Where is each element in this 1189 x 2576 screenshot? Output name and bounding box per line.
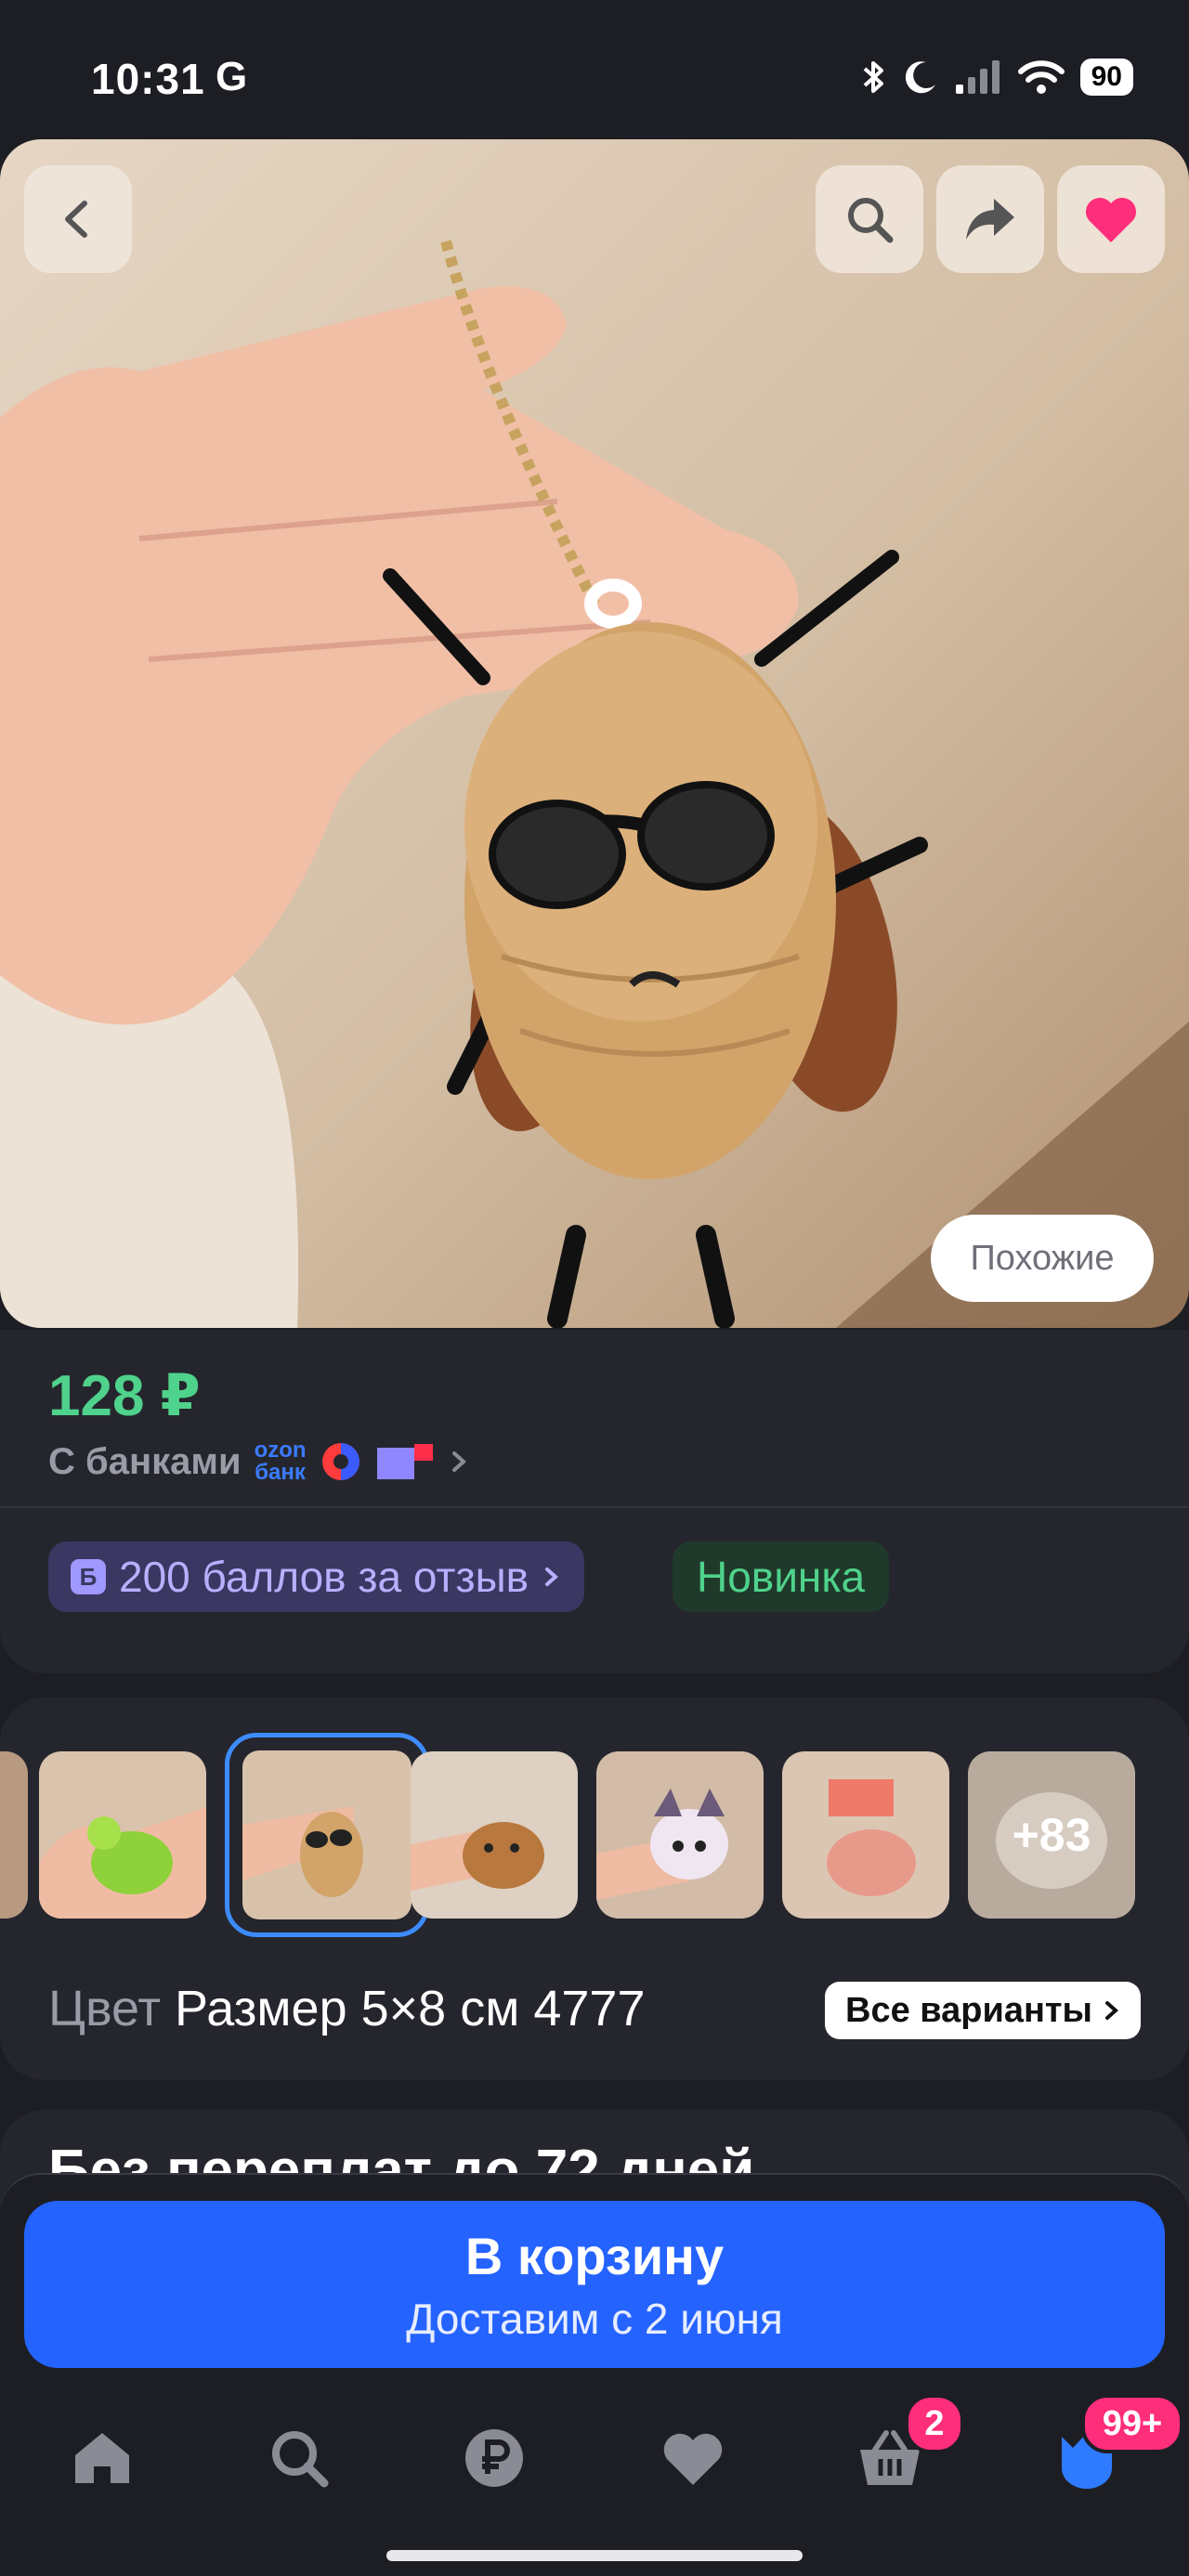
favorite-button[interactable] (1057, 165, 1165, 273)
delivery-date-label: Доставим с 2 июня (406, 2294, 783, 2343)
profile-count-badge: 99+ (1081, 2394, 1183, 2453)
bug-keychain-image (242, 1750, 412, 1919)
variant-thumb-turtle[interactable] (39, 1751, 206, 1919)
chevron-left-icon (65, 201, 87, 238)
search-icon (272, 2431, 329, 2488)
nav-favorites[interactable] (637, 2407, 749, 2509)
all-variants-label: Все варианты (845, 1990, 1092, 2030)
color-value: Размер 5×8 см 4777 (175, 1981, 646, 2036)
signal-icon (955, 60, 1000, 94)
review-points-badge[interactable]: Б 200 баллов за отзыв (48, 1542, 585, 1612)
capybara-keychain-image (411, 1751, 578, 1919)
nav-finance[interactable] (438, 2407, 550, 2509)
bank-logo-icon (321, 1443, 359, 1480)
all-variants-button[interactable]: Все варианты (825, 1982, 1141, 2039)
heart-icon (663, 2433, 723, 2485)
bluetooth-icon (863, 61, 883, 93)
more-variants-count: +83 (1012, 1809, 1091, 1861)
product-photo (0, 240, 1189, 1328)
kuromi-keychain-image (596, 1751, 764, 1919)
wifi-icon (1017, 60, 1065, 94)
bank-offers-link[interactable]: С банками ozon банк (48, 1439, 470, 1484)
variant-thumb-pink[interactable] (782, 1751, 949, 1919)
similar-button[interactable]: Похожие (931, 1215, 1154, 1302)
back-button[interactable] (24, 165, 132, 273)
variant-thumb-capybara[interactable] (411, 1751, 578, 1919)
variants-card: +83 Цвет Размер 5×8 см 4777 Все варианты (0, 1698, 1189, 2080)
cart-count-badge: 2 (905, 2394, 964, 2453)
product-price: 128 ₽ (48, 1364, 201, 1428)
variant-thumbnails[interactable]: +83 (0, 1733, 1189, 1956)
home-indicator (386, 2550, 803, 2561)
selected-variant-info: Цвет Размер 5×8 см 4777 (48, 1980, 645, 2037)
chevron-right-icon (1105, 2001, 1119, 2020)
points-badge-label: 200 баллов за отзыв (119, 1553, 529, 1601)
home-icon (75, 2433, 129, 2483)
network-g-icon: G (216, 54, 248, 99)
status-time: 10:31 (91, 55, 205, 103)
bottom-navigation: 2 99+ (0, 2394, 1189, 2509)
new-badge: Новинка (673, 1542, 890, 1612)
price-card: 128 ₽ С банками ozon банк Б 200 баллов за… (0, 1330, 1189, 1673)
share-arrow-icon (966, 199, 1014, 240)
chevron-right-icon (451, 1451, 466, 1472)
divider (0, 1506, 1189, 1508)
battery-level: 90 (1079, 59, 1133, 96)
ruble-icon (465, 2429, 523, 2487)
heart-icon (1086, 198, 1136, 242)
nav-search[interactable] (243, 2407, 355, 2509)
bank-logo-icon-2 (376, 1444, 433, 1479)
color-label: Цвет (48, 1981, 161, 2036)
bottom-action-bar: В корзину Доставим с 2 июня 2 99+ (0, 2173, 1189, 2576)
chevron-right-icon (545, 1568, 559, 1586)
product-image-gallery[interactable]: Похожие (0, 139, 1189, 1328)
variant-thumb-kuromi[interactable] (596, 1751, 764, 1919)
moon-icon (905, 61, 935, 94)
variant-thumb-more[interactable]: +83 (968, 1751, 1135, 1919)
points-icon: Б (71, 1559, 106, 1594)
ozon-bank-logo: ozon банк (254, 1438, 307, 1485)
banks-label: С банками (48, 1440, 242, 1482)
status-icons: 90 (861, 58, 1133, 97)
nav-home[interactable] (46, 2407, 158, 2509)
variant-thumb-partial[interactable] (0, 1751, 28, 1919)
add-to-cart-button[interactable]: В корзину Доставим с 2 июня (24, 2201, 1165, 2368)
search-icon (848, 198, 894, 243)
share-button[interactable] (936, 165, 1044, 273)
search-button[interactable] (816, 165, 923, 273)
pink-keychain-image (782, 1751, 949, 1919)
status-bar: 10:31 G 90 (0, 0, 1189, 139)
turtle-keychain-image (39, 1751, 206, 1919)
add-to-cart-label: В корзину (464, 2226, 725, 2285)
variant-thumb-selected[interactable] (225, 1733, 429, 1937)
